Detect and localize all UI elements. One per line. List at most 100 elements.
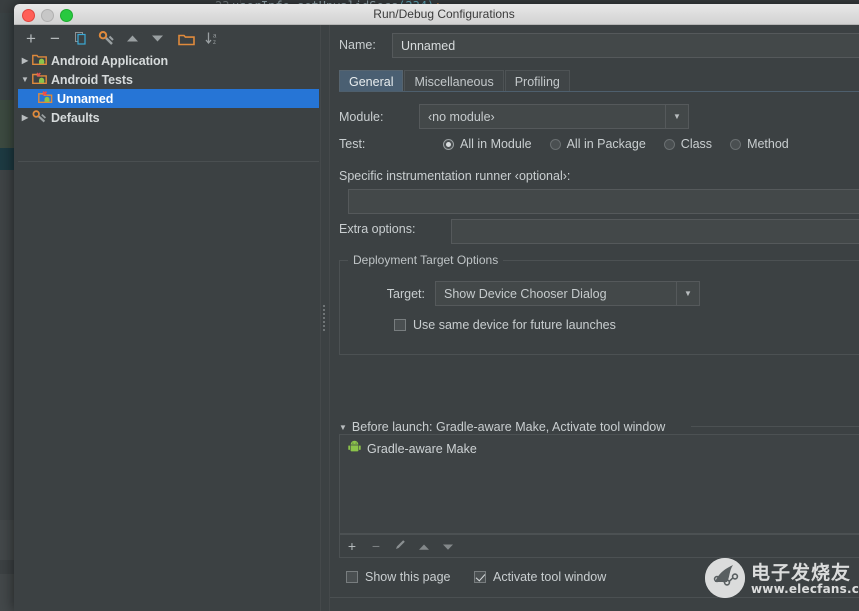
checkbox-label: Activate tool window <box>493 570 606 584</box>
radio-label: Method <box>747 137 789 151</box>
radio-indicator <box>730 139 741 150</box>
radio-class[interactable]: Class <box>664 137 712 151</box>
svg-text:z: z <box>213 40 216 46</box>
chevron-down-icon[interactable]: ▼ <box>18 75 32 84</box>
tree-item-defaults[interactable]: ▶ Defaults <box>18 108 319 127</box>
editor-change-marker-green <box>0 100 14 148</box>
runner-label-row: Specific instrumentation runner ‹optiona… <box>339 169 570 183</box>
use-same-device-checkbox[interactable]: Use same device for future launches <box>394 318 616 332</box>
name-input[interactable] <box>392 33 859 58</box>
target-row: Target: Show Device Chooser Dialog ▼ <box>350 281 700 306</box>
tree-item-android-application[interactable]: ▶ Android Application <box>18 51 319 70</box>
radio-all-in-package[interactable]: All in Package <box>550 137 646 151</box>
instrumentation-runner-label: Specific instrumentation runner ‹optiona… <box>339 169 570 183</box>
module-label: Module: <box>339 110 419 124</box>
tree-item-label: Android Application <box>51 54 168 68</box>
before-launch-item-gradle-aware-make[interactable]: Gradle-aware Make <box>340 439 859 459</box>
tab-profiling[interactable]: Profiling <box>505 70 570 92</box>
deployment-target-options-title: Deployment Target Options <box>348 253 503 267</box>
panel-splitter[interactable] <box>321 25 327 611</box>
dialog-title: Run/Debug Configurations <box>14 6 859 23</box>
folder-icon[interactable] <box>177 30 195 47</box>
radio-indicator <box>550 139 561 150</box>
before-launch-up-button[interactable] <box>412 538 436 554</box>
radio-indicator <box>664 139 675 150</box>
tree-item-label: Unnamed <box>57 92 113 106</box>
sort-az-icon[interactable]: a z <box>204 30 220 47</box>
tab-miscellaneous[interactable]: Miscellaneous <box>404 70 503 92</box>
tool-window-strip-lower <box>0 574 14 611</box>
test-label: Test: <box>339 137 419 151</box>
chevron-down-icon[interactable]: ▼ <box>665 105 688 128</box>
watermark-logo-icon <box>705 558 745 598</box>
move-down-button[interactable] <box>149 30 165 47</box>
before-launch-add-button[interactable]: + <box>340 538 364 554</box>
pencil-icon[interactable] <box>388 538 412 554</box>
checkbox-label: Use same device for future launches <box>413 318 616 332</box>
radio-label: All in Package <box>567 137 646 151</box>
extra-options-input[interactable] <box>451 219 859 244</box>
wrench-icon[interactable] <box>97 30 115 47</box>
module-row: Module: ‹no module› ▼ <box>339 104 689 129</box>
before-launch-list[interactable]: Gradle-aware Make <box>339 434 859 534</box>
configurations-tree[interactable]: ▶ Android Application ▼ <box>18 51 319 162</box>
before-launch-rule <box>691 426 859 427</box>
chevron-right-icon[interactable]: ▶ <box>18 113 32 122</box>
module-value: ‹no module› <box>420 110 665 124</box>
tree-item-android-tests[interactable]: ▼ Android Tests <box>18 70 319 89</box>
instrumentation-runner-input[interactable] <box>348 189 859 214</box>
tab-general[interactable]: General <box>339 70 403 92</box>
before-launch-remove-button[interactable]: − <box>364 538 388 554</box>
target-value: Show Device Chooser Dialog <box>436 287 676 301</box>
configurations-left-panel: + − <box>14 25 322 611</box>
configurations-toolbar: + − <box>14 25 322 51</box>
android-test-folder-icon <box>32 72 47 88</box>
checkbox-label: Show this page <box>365 570 450 584</box>
watermark: 电子发烧友 www.elecfans.com <box>705 552 855 604</box>
target-combobox[interactable]: Show Device Chooser Dialog ▼ <box>435 281 700 306</box>
editor-left-strip <box>0 0 14 100</box>
android-folder-icon <box>32 53 47 69</box>
remove-configuration-button[interactable]: − <box>47 30 63 47</box>
wrench-icon <box>32 110 47 126</box>
chevron-down-icon[interactable]: ▼ <box>676 282 699 305</box>
radio-label: Class <box>681 137 712 151</box>
tree-item-unnamed[interactable]: Unnamed <box>18 89 319 108</box>
activate-tool-window-checkbox[interactable]: Activate tool window <box>474 570 606 584</box>
radio-label: All in Module <box>460 137 532 151</box>
run-debug-configurations-dialog: Run/Debug Configurations + − <box>14 4 859 611</box>
target-label: Target: <box>350 287 425 301</box>
add-configuration-button[interactable]: + <box>23 30 39 47</box>
module-combobox[interactable]: ‹no module› ▼ <box>419 104 689 129</box>
radio-method[interactable]: Method <box>730 137 789 151</box>
checkbox-indicator <box>474 571 486 583</box>
radio-all-in-module[interactable]: All in Module <box>443 137 532 151</box>
move-up-button[interactable] <box>124 30 140 47</box>
before-launch-summary: Before launch: Gradle-aware Make, Activa… <box>352 420 665 434</box>
tree-item-label: Android Tests <box>51 73 133 87</box>
show-this-page-checkbox[interactable]: Show this page <box>346 570 450 584</box>
configuration-editor-panel: Name: General Miscellaneous Profiling Mo… <box>330 25 859 611</box>
checkbox-indicator <box>394 319 406 331</box>
screenshot-root: 23 userInfo.setUnvalidSecs(234); Run/Deb… <box>0 0 859 611</box>
editor-change-marker-teal <box>0 148 14 170</box>
before-launch-down-button[interactable] <box>436 538 460 554</box>
tool-window-strip-mid <box>0 560 14 574</box>
tool-window-strip-upper <box>0 520 14 560</box>
watermark-cn-text: 电子发烧友 <box>751 558 851 585</box>
copy-configuration-icon[interactable] <box>72 30 88 47</box>
watermark-url-text: www.elecfans.com <box>751 582 859 596</box>
before-launch-header[interactable]: ▼ Before launch: Gradle-aware Make, Acti… <box>339 420 665 434</box>
configuration-tabs: General Miscellaneous Profiling <box>339 68 571 92</box>
dialog-body: + − <box>14 25 859 611</box>
chevron-down-icon[interactable]: ▼ <box>339 423 347 432</box>
radio-indicator <box>443 139 454 150</box>
deployment-target-options-group: Deployment Target Options Target: Show D… <box>339 260 859 355</box>
checkbox-indicator <box>346 571 358 583</box>
extra-options-label: Extra options: <box>339 222 449 236</box>
dialog-titlebar[interactable]: Run/Debug Configurations <box>14 4 859 25</box>
chevron-right-icon[interactable]: ▶ <box>18 56 32 65</box>
splitter-grip[interactable] <box>323 305 325 331</box>
name-label: Name: <box>339 38 376 52</box>
general-tab-content: Module: ‹no module› ▼ Test: All in Modu <box>339 92 859 552</box>
